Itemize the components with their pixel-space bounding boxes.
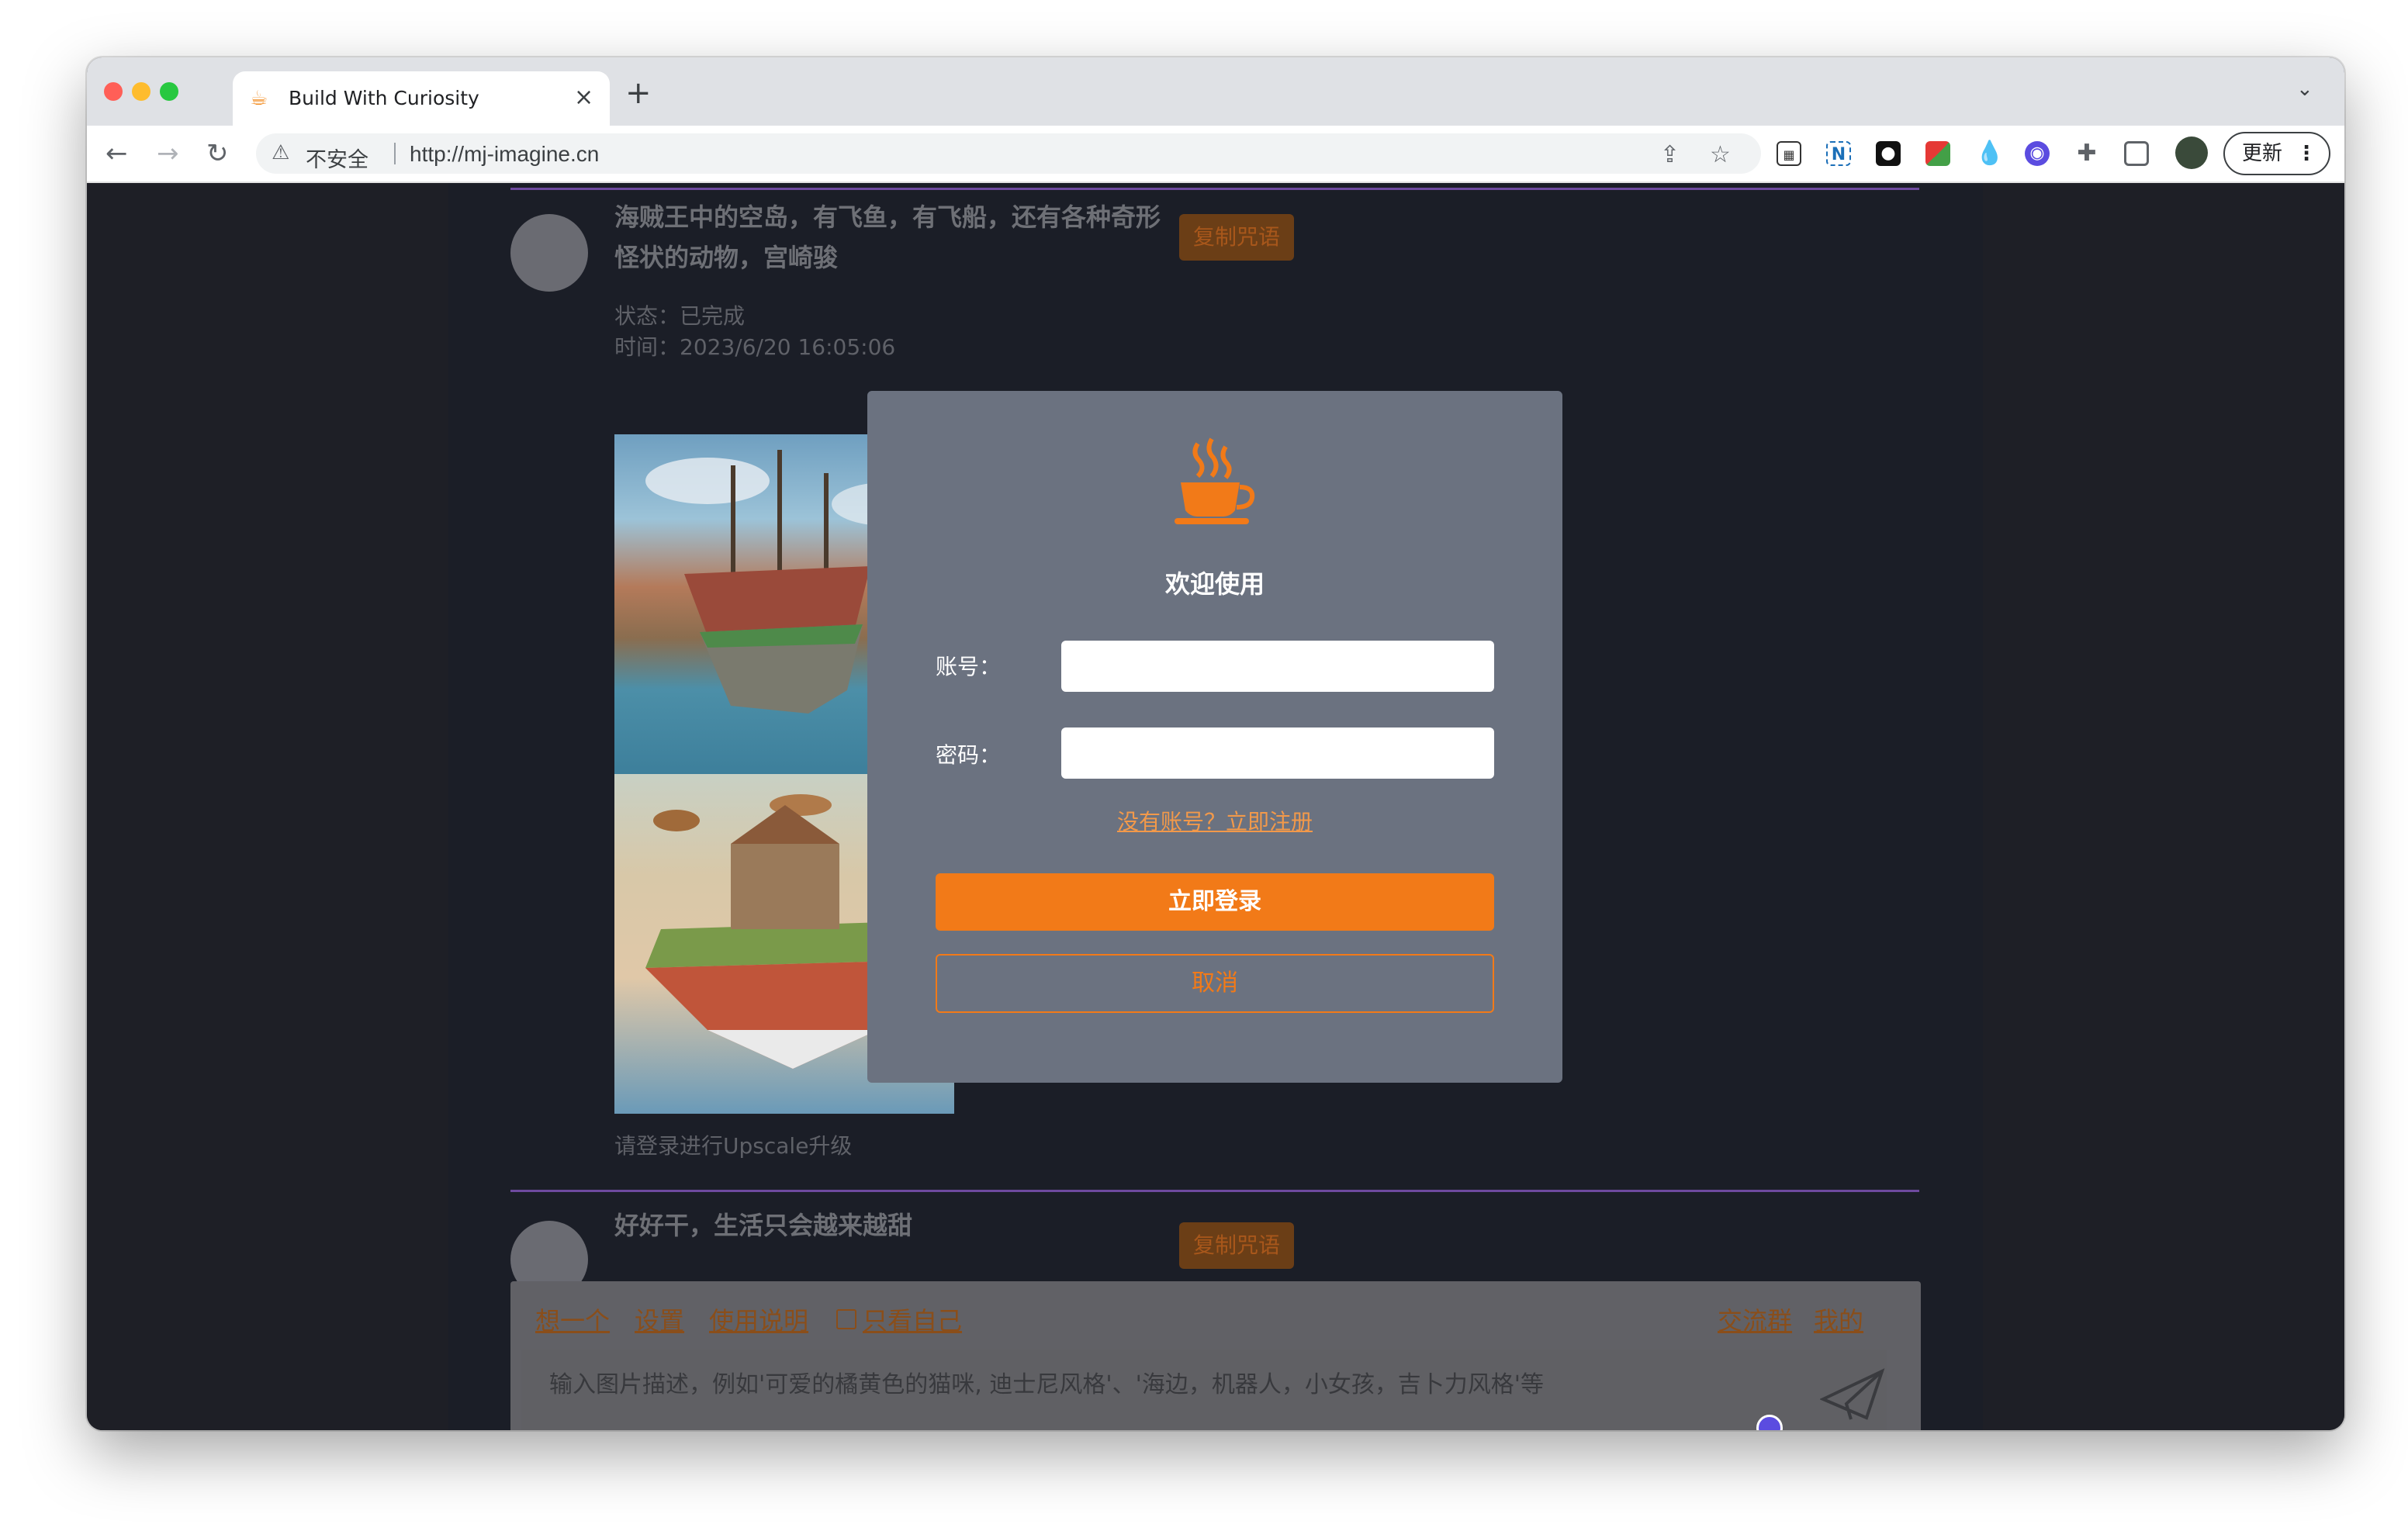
only-mine-checkbox[interactable]	[836, 1309, 856, 1329]
prompt-composer: 想一个 设置 使用说明 只看自己 交流群 我的 输入图片描述，例如'可爱的橘黄色…	[510, 1281, 1921, 1430]
prompt-text-2: 好好干，生活只会越来越甜	[614, 1211, 913, 1240]
qr-code-extension-icon[interactable]: ▦	[1777, 141, 1801, 166]
avatar-2	[510, 1221, 588, 1284]
url-text[interactable]: http://mj-imagine.cn	[410, 142, 599, 167]
insecure-label[interactable]: 不安全	[306, 143, 368, 173]
forward-icon[interactable]: →	[157, 137, 179, 171]
extensions-puzzle-icon[interactable]: ✚	[2074, 141, 2099, 166]
settings-link[interactable]: 设置	[635, 1301, 684, 1337]
side-panel-icon[interactable]	[2124, 141, 2149, 166]
more-menu-icon[interactable]: ⋮	[2296, 133, 2316, 174]
notion-extension-icon[interactable]: N	[1826, 141, 1851, 166]
login-button[interactable]: 立即登录	[936, 873, 1494, 931]
feed-divider	[510, 188, 1919, 190]
address-bar[interactable]: ⚠ 不安全 http://mj-imagine.cn ⇪ ☆	[256, 133, 1761, 174]
account-field[interactable]	[1061, 641, 1494, 692]
omnibox-separator	[394, 143, 396, 164]
cancel-button[interactable]: 取消	[936, 954, 1494, 1013]
browser-toolbar: ← → ↻ ⚠ 不安全 http://mj-imagine.cn ⇪ ☆ ▦ N…	[87, 126, 2344, 183]
status-text: 状态：已完成	[614, 303, 746, 329]
community-link[interactable]: 交流群	[1718, 1301, 1792, 1337]
browser-tab[interactable]: ☕ Build With Curiosity ×	[233, 71, 610, 126]
prompt-text: 海贼王中的空岛，有飞鱼，有飞船，还有各种奇形怪状的动物，宫崎骏	[614, 202, 1161, 272]
browser-window: ☕ Build With Curiosity × + ⌄ ← → ↻ ⚠ 不安全…	[87, 57, 2344, 1430]
register-link[interactable]: 没有账号？立即注册	[867, 805, 1562, 836]
minimize-window-button[interactable]	[132, 82, 150, 101]
prompt-input[interactable]: 输入图片描述，例如'可爱的橘黄色的猫咪, 迪士尼风格'、'海边，机器人，小女孩，…	[521, 1350, 1887, 1430]
maximize-window-button[interactable]	[160, 82, 178, 101]
modal-title: 欢迎使用	[1164, 569, 1265, 599]
password-label: 密码：	[936, 742, 1002, 768]
random-idea-link[interactable]: 想一个	[535, 1301, 610, 1337]
copy-prompt-button-2[interactable]: 复制咒语	[1179, 1222, 1294, 1269]
feed-divider-2	[510, 1190, 1919, 1192]
send-paper-plane-icon[interactable]	[1820, 1368, 1885, 1422]
back-icon[interactable]: ←	[106, 137, 128, 171]
usage-guide-link[interactable]: 使用说明	[709, 1301, 808, 1337]
coffee-favicon-icon: ☕	[250, 87, 268, 110]
only-mine-link[interactable]: 只看自己	[863, 1301, 962, 1337]
bookmark-star-icon[interactable]: ☆	[1710, 141, 1731, 168]
ai-assistant-extension-icon[interactable]: ◉	[2025, 141, 2050, 166]
upscale-hint: 请登录进行Upscale升级	[614, 1133, 853, 1159]
dark-extension-icon[interactable]: ●	[1876, 141, 1901, 166]
close-tab-icon[interactable]: ×	[574, 84, 593, 112]
login-modal: 欢迎使用 账号： 密码： 没有账号？立即注册 立即登录 取消	[867, 391, 1562, 1083]
avatar	[510, 214, 588, 292]
time-text: 时间：2023/6/20 16:05:06	[614, 334, 896, 360]
my-profile-link[interactable]: 我的	[1814, 1301, 1863, 1337]
drop-extension-icon[interactable]: 💧	[1975, 141, 2004, 166]
update-button[interactable]: 更新 ⋮	[2223, 132, 2330, 175]
update-label: 更新	[2242, 142, 2283, 165]
warning-icon: ⚠	[272, 141, 290, 164]
copy-prompt-button[interactable]: 复制咒语	[1179, 214, 1294, 261]
account-label: 账号：	[936, 654, 1002, 679]
new-tab-button[interactable]: +	[625, 76, 652, 110]
share-icon[interactable]: ⇪	[1660, 141, 1680, 168]
profile-avatar[interactable]	[2175, 137, 2208, 169]
reload-icon[interactable]: ↻	[206, 137, 229, 171]
color-extension-icon[interactable]	[1925, 141, 1950, 166]
close-window-button[interactable]	[104, 82, 123, 101]
tab-strip: ☕ Build With Curiosity × + ⌄	[87, 57, 2344, 126]
password-field[interactable]	[1061, 727, 1494, 779]
coffee-cup-logo-icon	[1175, 437, 1255, 524]
tab-title: Build With Curiosity	[289, 87, 479, 109]
tab-search-chevron-icon[interactable]: ⌄	[2296, 78, 2313, 101]
